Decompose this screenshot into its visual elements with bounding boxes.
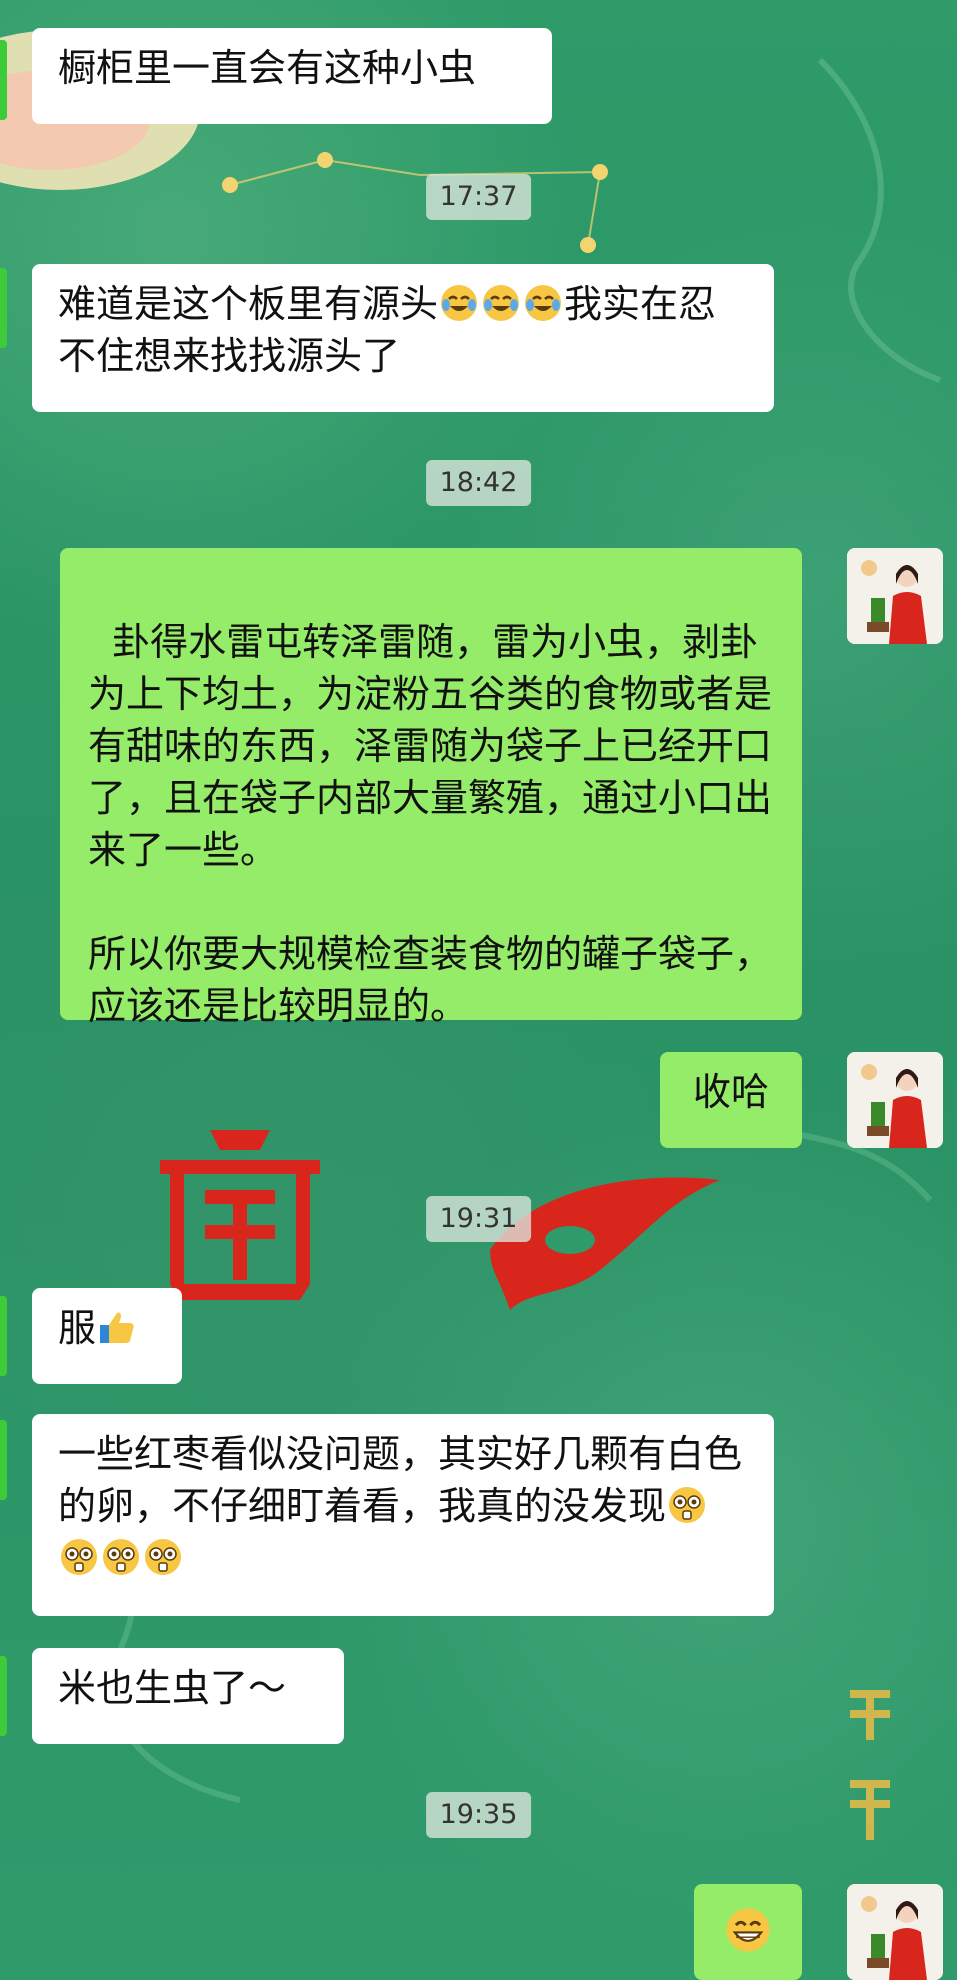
message-bubble-received[interactable]: 米也生虫了～ [32,1648,344,1744]
contact-edge [0,268,7,348]
message-bubble-sent[interactable] [694,1884,802,1980]
grinning-emoji [726,1908,770,1952]
contact-edge [0,1420,7,1500]
message-text: 一些红枣看似没问题，其实好几颗有白色的卵，不仔细盯着看，我真的没发现 [58,1432,743,1528]
avatar-image [847,1884,943,1980]
astonished-emoji [669,1487,706,1523]
astonished-emoji [61,1539,97,1575]
message-text: 服 [58,1306,97,1350]
contact-edge [0,1656,7,1736]
message-bubble-received[interactable]: 难道是这个板里有源头 我实在忍不住想来找找源头了 [32,264,774,412]
timestamp: 19:35 [425,1792,532,1838]
message-text: 橱柜里一直会有这种小虫 [58,46,477,90]
message-text: 收哈 [692,1070,769,1114]
timestamp: 17:37 [425,174,532,220]
message-bubble-sent[interactable]: 卦得水雷屯转泽雷随，雷为小虫，剥卦为上下均土，为淀粉五谷类的食物或者是有甜味的东… [60,548,802,1028]
contact-edge [0,1296,7,1376]
message-bubble-received[interactable]: 橱柜里一直会有这种小虫 [32,28,552,124]
timestamp: 18:42 [425,460,532,506]
thumbs-up-emoji [100,1312,134,1343]
user-avatar[interactable] [847,1052,943,1148]
contact-edge [0,40,7,120]
message-bubble-received[interactable]: 服 [32,1288,182,1384]
user-avatar[interactable] [847,548,943,644]
message-text: 卦得水雷屯转泽雷随，雷为小虫，剥卦为上下均土，为淀粉五谷类的食物或者是有甜味的东… [88,620,773,1028]
laughing-crying-emoji [441,285,478,321]
message-bubble-sent[interactable]: 收哈 [660,1052,802,1148]
message-text: 米也生虫了～ [58,1666,287,1710]
astonished-emoji [103,1539,139,1575]
astonished-emoji [145,1539,181,1575]
laughing-crying-emoji [483,285,520,321]
avatar-image [847,548,943,644]
laughing-crying-emoji [525,285,562,321]
message-text: 难道是这个板里有源头 [58,282,439,326]
timestamp: 19:31 [425,1196,532,1242]
message-bubble-received[interactable]: 一些红枣看似没问题，其实好几颗有白色的卵，不仔细盯着看，我真的没发现 [32,1414,774,1616]
avatar-image [847,1052,943,1148]
user-avatar[interactable] [847,1884,943,1980]
